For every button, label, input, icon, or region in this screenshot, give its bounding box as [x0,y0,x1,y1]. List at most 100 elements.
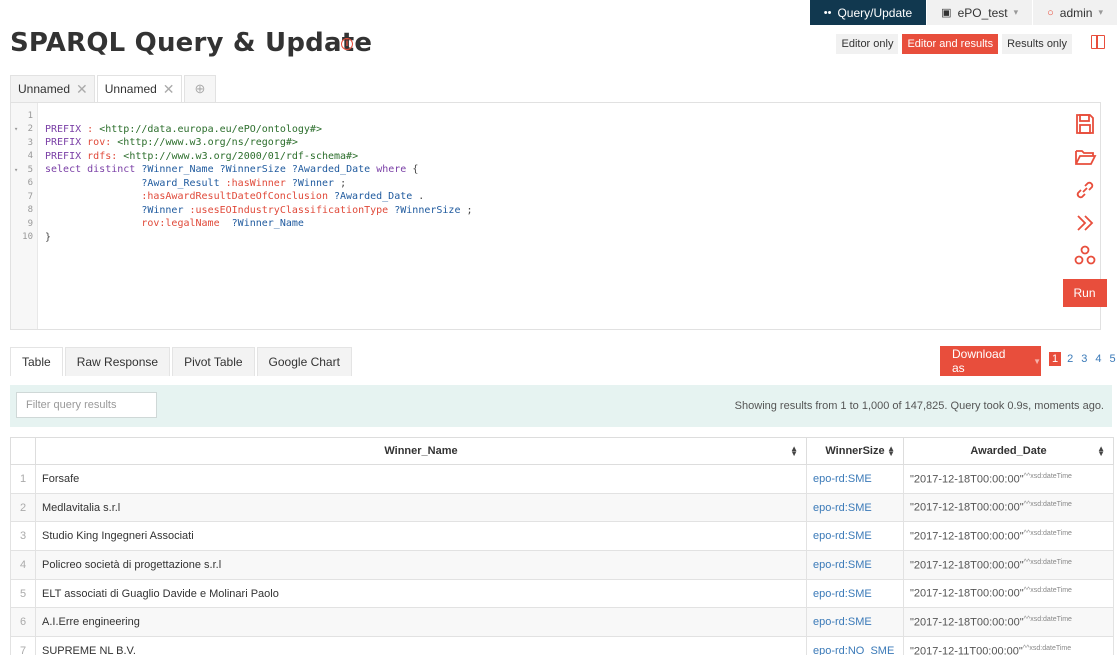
repository-selector[interactable]: ▣ ePO_test ▾ [926,0,1033,25]
winner-size-link[interactable]: epo-rd:SME [813,502,872,514]
awarded-date-cell: "2017-12-18T00:00:00"^^xsd:dateTime [903,521,1114,552]
column-header-awarded-date[interactable]: Awarded_Date ▲ ▼ [903,437,1114,465]
code-area[interactable]: 1 ▾ 2 PREFIX : <http://data.europa.eu/ePO/… [11,109,473,244]
line-number: 3 [27,137,33,148]
awarded-date-cell: "2017-12-18T00:00:00"^^xsd:dateTime [903,578,1114,609]
save-icon[interactable] [1073,112,1097,136]
winner-size-cell: epo-rd:SME [806,578,904,609]
winner-name-cell: Forsafe [35,464,807,494]
tab-pivot-table[interactable]: Pivot Table [172,347,255,376]
editor-toolbar: Run [1062,112,1107,307]
close-icon[interactable]: ✕ [163,81,175,98]
link-icon[interactable] [1073,178,1097,202]
code-line: 4 PREFIX rdfs: <http://www.w3.org/2000/01… [11,150,473,164]
query-update-menu[interactable]: •• Query/Update [808,0,927,25]
editor-tab[interactable]: Unnamed ✕ [10,75,95,102]
winner-size-cell: epo-rd:SME [806,550,904,580]
pagination: 1 2 3 4 5 [1049,352,1117,366]
line-number: 4 [27,151,33,162]
column-header-winner-size[interactable]: WinnerSize ▲ ▼ [806,437,904,465]
chevrons-right-icon[interactable] [1073,211,1097,235]
code-line: ▾ 5 select distinct ?Winner_Name ?WinnerSi… [11,163,473,177]
winner-size-cell: epo-rd:SME [806,464,904,494]
run-button[interactable]: Run [1062,279,1107,307]
results-table: Winner_Name ▲ ▼ WinnerSize ▲ ▼ Awarded_Date ▲… [10,437,1114,655]
sort-icon[interactable]: ▲ ▼ [1097,445,1105,458]
tab-google-chart[interactable]: Google Chart [256,347,352,376]
fold-icon[interactable]: ▾ [14,166,18,174]
editor-tab-active[interactable]: Unnamed ✕ [96,75,182,102]
editor-and-results-button[interactable]: Editor and results [902,34,999,54]
date-value: "2017-12-11T00:00:00" [910,645,1023,655]
winner-name-cell: Medlavitalia s.r.l [35,492,807,523]
dots-icon: •• [823,6,832,19]
download-label: Download as [952,347,1006,375]
code-line: 8 ?Winner :usesEOIndustryClassificationT… [11,204,473,218]
page-link[interactable]: 3 [1079,352,1089,366]
awarded-date-cell: "2017-12-11T00:00:00"^^xsd:dateTime [903,636,1114,655]
code-line: 3 PREFIX rov: <http://www.w3.org/ns/regor… [11,136,473,150]
chevron-down-icon: ▼ [1033,356,1041,366]
table-row: 3 Studio King Ingegneri Associati epo-rd… [10,521,1114,552]
view-mode-switcher: Editor only Editor and results Results o… [836,34,1072,54]
sort-icon[interactable]: ▲ ▼ [887,445,895,458]
column-header-winner-name[interactable]: Winner_Name ▲ ▼ [35,437,807,465]
chevron-down-icon: ▾ [1098,7,1103,17]
column-label: Winner_Name [384,445,458,457]
download-as-button[interactable]: Download as ▼ [940,346,1041,376]
user-menu[interactable]: ○ admin ▾ [1032,0,1117,25]
folder-open-icon[interactable] [1073,145,1097,169]
page-link-current[interactable]: 1 [1049,352,1062,366]
winner-size-link[interactable]: epo-rd:SME [813,530,872,542]
close-icon[interactable]: ✕ [76,81,88,98]
results-only-button[interactable]: Results only [1002,34,1072,54]
date-value: "2017-12-18T00:00:00" [910,587,1024,600]
table-header-row: Winner_Name ▲ ▼ WinnerSize ▲ ▼ Awarded_Date ▲… [10,437,1114,465]
tab-table[interactable]: Table [10,347,63,376]
line-number: 9 [27,218,33,229]
page-link[interactable]: 5 [1108,352,1117,366]
winner-name-cell: Studio King Ingegneri Associati [35,521,807,552]
sort-icon[interactable]: ▲ ▼ [790,445,798,458]
winner-size-link[interactable]: epo-rd:NO_SME [813,645,894,655]
datatype-label: ^^xsd:dateTime [1023,615,1072,623]
editor-tabs: Unnamed ✕ Unnamed ✕ ⊕ [10,75,218,102]
page-title: SPARQL Query & Update [10,28,373,58]
plus-circle-icon: ⊕ [194,81,206,96]
table-row: 6 A.I.Erre engineering epo-rd:SME "2017-… [10,607,1114,638]
editor-only-button[interactable]: Editor only [836,34,899,54]
winner-size-link[interactable]: epo-rd:SME [813,616,872,628]
winner-size-link[interactable]: epo-rd:SME [813,559,872,571]
tab-raw-response[interactable]: Raw Response [64,347,171,376]
awarded-date-cell: "2017-12-18T00:00:00"^^xsd:dateTime [903,607,1114,638]
winner-size-cell: epo-rd:SME [806,607,904,638]
info-icon[interactable]: i [341,38,353,50]
row-index: 3 [10,521,36,552]
fold-icon[interactable]: ▾ [14,125,18,133]
query-editor[interactable]: 1 ▾ 2 PREFIX : <http://data.europa.eu/ePO/… [10,102,1101,330]
awarded-date-cell: "2017-12-18T00:00:00"^^xsd:dateTime [903,464,1114,494]
split-layout-icon[interactable] [1091,35,1105,49]
page-link[interactable]: 4 [1093,352,1103,366]
date-value: "2017-12-18T00:00:00" [910,616,1024,629]
line-number: 6 [27,178,33,189]
winner-size-link[interactable]: epo-rd:SME [813,588,872,600]
share-nodes-icon[interactable] [1073,244,1097,268]
add-tab-button[interactable]: ⊕ [183,75,217,102]
winner-name-cell: SUPREME NL B.V. [35,636,807,655]
datatype-label: ^^xsd:dateTime [1023,472,1072,480]
line-number: 1 [27,110,33,121]
row-index: 7 [10,636,36,655]
page-link[interactable]: 2 [1065,352,1075,366]
line-number: 10 [22,232,33,243]
code-line: 9 rov:legalName ?Winner_Name [11,217,473,231]
winner-size-link[interactable]: epo-rd:SME [813,473,872,485]
top-navigation: •• Query/Update ▣ ePO_test ▾ ○ admin ▾ [808,0,1117,27]
row-index: 6 [10,607,36,638]
awarded-date-cell: "2017-12-18T00:00:00"^^xsd:dateTime [903,492,1114,523]
table-row: 4 Policreo società di progettazione s.r.… [10,550,1114,580]
filter-results-input[interactable] [16,392,157,418]
row-index: 4 [10,550,36,580]
code-line: ▾ 2 PREFIX : <http://data.europa.eu/ePO/on… [11,123,473,137]
date-value: "2017-12-18T00:00:00" [910,559,1024,572]
